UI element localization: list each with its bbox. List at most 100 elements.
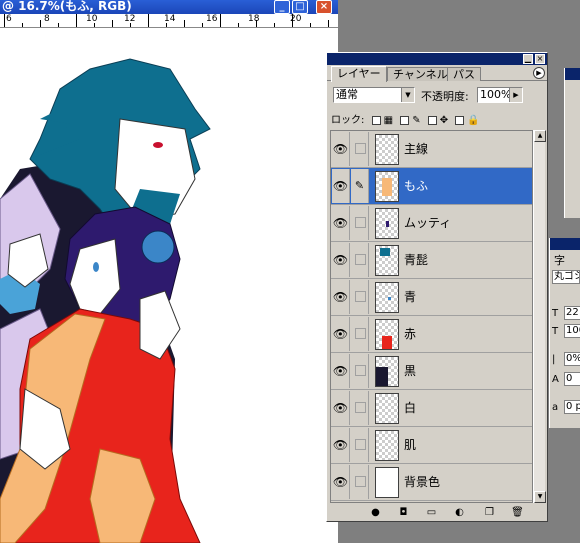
layer-thumbnail — [375, 134, 399, 165]
character-tab[interactable]: 字 — [554, 252, 565, 268]
layer-thumbnail — [375, 467, 399, 498]
folder-icon[interactable]: ▭ — [425, 506, 438, 519]
layer-name: 赤 — [404, 327, 417, 341]
brush-icon: ✎ — [412, 114, 421, 126]
layer-thumbnail — [375, 282, 399, 313]
layer-name: 背景色 — [404, 475, 441, 489]
photoshop-workspace: @ 16.7%(もふ, RGB) _ □ × 6 8 10 12 14 16 1… — [0, 0, 580, 543]
layer-row-selected[interactable]: 👁 ✎ もふ — [331, 168, 532, 205]
adjustment-layer-icon[interactable]: ◐ — [453, 506, 466, 519]
layer-thumbnail — [375, 171, 399, 202]
font-family-field[interactable]: 丸ゴシ — [552, 270, 580, 284]
link-cell[interactable] — [351, 132, 369, 166]
layer-row[interactable]: 👁 赤 — [331, 316, 532, 353]
secondary-palette — [564, 68, 580, 218]
opacity-field[interactable]: 100% ▶ — [477, 87, 523, 103]
kerning-field[interactable]: 0 — [564, 372, 580, 386]
tab-paths[interactable]: パス — [447, 67, 481, 81]
layer-row[interactable]: 👁 主線 — [331, 131, 532, 168]
lock-paint-checkbox[interactable] — [400, 115, 410, 125]
trash-icon[interactable]: 🗑 — [511, 506, 524, 519]
eye-icon[interactable]: 👁 — [332, 169, 350, 203]
tab-layers[interactable]: レイヤー — [331, 66, 387, 82]
eye-icon[interactable]: 👁 — [332, 243, 350, 277]
scroll-down-icon[interactable]: ▼ — [534, 491, 546, 503]
horizontal-ruler: 6 8 10 12 14 16 18 20 — [0, 14, 338, 28]
minimize-icon[interactable]: _ — [274, 0, 290, 14]
eye-icon[interactable]: 👁 — [332, 206, 350, 240]
layer-style-icon[interactable]: ● — [369, 506, 382, 519]
character-palette-titlebar[interactable] — [550, 238, 580, 250]
lock-transparency-checkbox[interactable] — [371, 115, 381, 125]
layer-name: 白 — [404, 401, 417, 415]
layer-thumbnail — [375, 393, 399, 424]
link-cell[interactable] — [351, 280, 369, 314]
layer-row[interactable]: 👁 青 — [331, 279, 532, 316]
maximize-icon[interactable]: □ — [292, 0, 308, 14]
link-cell[interactable] — [351, 465, 369, 499]
layer-name: 青 — [404, 290, 417, 304]
eye-icon[interactable]: 👁 — [332, 428, 350, 462]
layers-palette: ▁ × レイヤー チャンネル パス ▶ 通常 ▼ 不透明度: 100% ▶ ロッ… — [326, 52, 548, 522]
document-title: @ 16.7%(もふ, RGB) — [2, 0, 132, 13]
layer-row[interactable]: 👁 青髭 — [331, 242, 532, 279]
layer-row[interactable]: 👁 肌 — [331, 427, 532, 464]
layer-row[interactable]: 👁 白 — [331, 390, 532, 427]
eye-icon[interactable]: 👁 — [332, 317, 350, 351]
link-cell[interactable] — [351, 317, 369, 351]
layer-row[interactable]: 👁 ムッティ — [331, 205, 532, 242]
link-cell[interactable] — [351, 206, 369, 240]
tracking-icon: | — [552, 354, 556, 365]
eye-icon[interactable]: 👁 — [332, 280, 350, 314]
font-size-field[interactable]: 22 — [564, 306, 580, 320]
link-cell[interactable] — [351, 428, 369, 462]
link-cell[interactable] — [351, 391, 369, 425]
layer-scrollbar[interactable]: ▲ ▼ — [533, 130, 546, 503]
palette-minimize-icon[interactable]: ▁ — [523, 54, 533, 64]
tracking-field[interactable]: 0% — [564, 352, 580, 366]
mask-icon[interactable]: ◘ — [397, 506, 410, 519]
palette-tabs: レイヤー チャンネル パス ▶ — [327, 65, 547, 82]
canvas-artwork[interactable] — [0, 29, 338, 543]
chevron-down-icon: ▼ — [401, 88, 414, 102]
lock-move-checkbox[interactable] — [427, 115, 437, 125]
layer-name: 主線 — [404, 142, 429, 156]
tab-channels[interactable]: チャンネル — [387, 67, 454, 81]
hand-right — [139, 290, 181, 360]
layer-thumbnail — [375, 245, 399, 276]
palette-close-icon[interactable]: × — [535, 54, 545, 64]
eye-icon[interactable]: 👁 — [332, 132, 350, 166]
ruler-label: 12 — [124, 14, 136, 24]
ruler-label: 10 — [86, 14, 98, 24]
layer-name: もふ — [404, 179, 429, 193]
eye-icon[interactable]: 👁 — [332, 465, 350, 499]
layer-thumbnail — [375, 208, 399, 239]
palette-titlebar[interactable]: ▁ × — [327, 53, 547, 65]
opacity-value: 100% — [480, 88, 512, 101]
layer-name: 肌 — [404, 438, 417, 452]
link-cell[interactable] — [351, 243, 369, 277]
lock-all-checkbox[interactable] — [455, 115, 465, 125]
layer-thumbnail — [375, 319, 399, 350]
blue-rose — [141, 230, 175, 264]
palette-menu-icon[interactable]: ▶ — [533, 67, 545, 79]
blend-mode-select[interactable]: 通常 ▼ — [333, 87, 415, 103]
layer-row[interactable]: 👁 背景色 — [331, 464, 532, 501]
new-layer-icon[interactable]: ❐ — [483, 506, 496, 519]
scale-field[interactable]: 100 — [564, 324, 580, 338]
layer-row[interactable]: 👁 黒 — [331, 353, 532, 390]
baseline-field[interactable]: 0 p — [564, 400, 580, 414]
scroll-up-icon[interactable]: ▲ — [534, 130, 546, 142]
eye-icon[interactable]: 👁 — [332, 354, 350, 388]
lock-row: ロック: ▦ ✎ ✥ 🔒 — [331, 111, 543, 127]
ruler-label: 20 — [290, 14, 302, 24]
layer-thumbnail — [375, 356, 399, 387]
man-eye — [153, 142, 163, 148]
eye-icon[interactable]: 👁 — [332, 391, 350, 425]
ruler-label: 6 — [6, 14, 12, 24]
link-cell[interactable] — [351, 354, 369, 388]
close-icon[interactable]: × — [316, 0, 332, 14]
document-window: @ 16.7%(もふ, RGB) _ □ × 6 8 10 12 14 16 1… — [0, 0, 338, 543]
ruler-label: 18 — [248, 14, 260, 24]
secondary-palette-titlebar[interactable] — [565, 68, 580, 80]
